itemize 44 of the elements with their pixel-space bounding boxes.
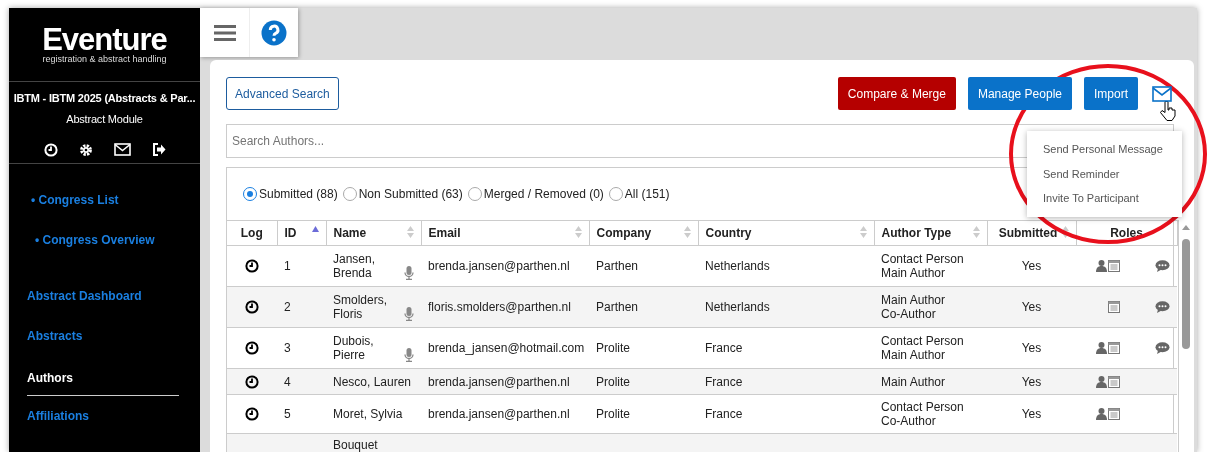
country-text: France	[705, 341, 743, 355]
author-name: Moret, Sylvia	[333, 407, 403, 421]
submitted-text: Yes	[1021, 407, 1042, 421]
author-name: Smolders, Floris	[333, 293, 389, 321]
country-text: Netherlands	[705, 259, 770, 273]
email-text: floris.smolders@parthen.nl	[428, 300, 571, 314]
author-role: Main Author	[881, 374, 946, 389]
id-text: 3	[284, 341, 291, 355]
company-text: Prolite	[596, 374, 630, 389]
author-role: Co-Author	[881, 414, 936, 428]
id-text: 2	[284, 300, 291, 314]
submitted-text: Yes	[1021, 259, 1042, 273]
author-role: Main Author	[881, 293, 946, 307]
author-role: Contact Person	[881, 334, 964, 348]
submitted-text: Yes	[1021, 300, 1042, 314]
country-text: Netherlands	[705, 300, 770, 314]
author-name: Dubois, Pierre	[333, 334, 375, 362]
email-text: brenda.jansen@parthen.nl	[428, 374, 570, 389]
company-text: Parthen	[596, 300, 639, 314]
submitted-text: Yes	[1021, 374, 1042, 389]
author-role: Contact Person	[881, 400, 964, 414]
company-text: Prolite	[596, 407, 630, 421]
module-name: Abstract Module	[65, 111, 144, 127]
submitted-text: Yes	[1021, 341, 1042, 355]
author-role: Co-Author	[881, 307, 936, 321]
id-text: 5	[284, 407, 291, 421]
author-role: Main Author	[881, 266, 946, 280]
email-text: brenda.jansen@parthen.nl	[428, 259, 570, 273]
congress-title: IBTM - IBTM 2025 (Abstracts & Par...	[12, 91, 197, 106]
country-text: France	[705, 407, 743, 421]
logo-text: Eventure	[41, 24, 168, 55]
logo-tagline: registration & abstract handling	[41, 55, 168, 64]
company-text: Prolite	[596, 341, 630, 355]
author-name: Jansen, Brenda	[333, 252, 377, 280]
author-name: Nesco, Lauren	[333, 374, 412, 389]
author-role: Contact Person	[881, 252, 964, 266]
country-text: France	[705, 374, 743, 389]
email-text: brenda_jansen@hotmail.com	[428, 341, 585, 355]
email-text: brenda.jansen@parthen.nl	[428, 407, 570, 421]
id-text: 4	[284, 374, 291, 389]
author-name: Bouquet	[333, 438, 378, 452]
id-text: 1	[284, 259, 291, 273]
author-role: Main Author	[881, 348, 946, 362]
company-text: Parthen	[596, 259, 639, 273]
